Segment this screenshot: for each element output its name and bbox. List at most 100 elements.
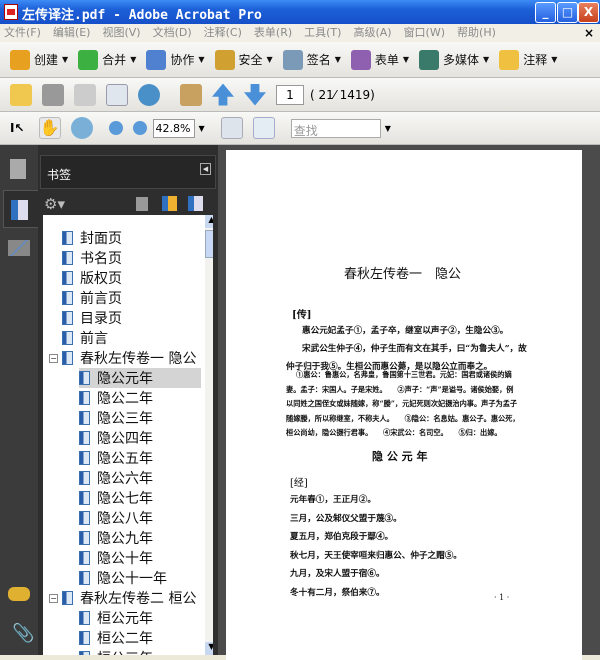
bookmark-item[interactable]: 书名页 xyxy=(62,248,122,268)
bookmark-label: 隐公二年 xyxy=(97,391,153,407)
bookmark-item[interactable]: 隐公二年 xyxy=(79,388,153,408)
bookmark-item[interactable]: 隐公五年 xyxy=(79,448,153,468)
signatures-icon[interactable] xyxy=(8,240,30,256)
email-icon[interactable] xyxy=(106,83,128,106)
combine-button[interactable]: 合并 ▼ xyxy=(78,49,136,70)
text-line: 冬十有二月，祭伯来⑦。 xyxy=(290,587,385,598)
title-bar: 左传译注.pdf - Adobe Acrobat Pro xyxy=(0,0,600,24)
bookmark-label: 封面页 xyxy=(80,231,122,247)
bookmark-item[interactable]: 隐公六年 xyxy=(79,468,153,488)
bookmark-item[interactable]: 前言 xyxy=(62,328,108,348)
bookmarks-tab[interactable] xyxy=(3,190,38,228)
bookmark-item[interactable]: 目录页 xyxy=(62,308,122,328)
menu-forms[interactable]: 表单(R) xyxy=(254,24,292,42)
menu-window[interactable]: 窗口(W) xyxy=(404,24,445,42)
next-page-icon[interactable] xyxy=(244,83,266,106)
bookmark-item[interactable]: 封面页 xyxy=(62,228,122,248)
upload-web-icon[interactable] xyxy=(138,83,160,106)
bookmark-label: 前言页 xyxy=(80,291,122,307)
collapse-toggle-icon[interactable]: − xyxy=(49,593,58,603)
bookmark-item[interactable]: 隐公四年 xyxy=(79,428,153,448)
comment-button[interactable]: 注释 ▼ xyxy=(499,49,557,70)
menu-edit[interactable]: 编辑(E) xyxy=(53,24,91,42)
menu-file[interactable]: 文件(F) xyxy=(4,24,41,42)
jing-heading: [经] xyxy=(290,478,308,489)
bookmark-label: 隐公十一年 xyxy=(97,571,167,587)
zoom-out-icon[interactable] xyxy=(108,121,123,135)
maximize-button[interactable]: □ xyxy=(557,2,578,23)
color-tool-icon[interactable] xyxy=(180,83,202,106)
text-line: 九月，及宋人盟于宿⑥。 xyxy=(290,569,385,579)
menu-tools[interactable]: 工具(T) xyxy=(304,24,341,42)
bookmark-icon xyxy=(62,591,73,605)
zoom-tool-icon[interactable] xyxy=(70,117,93,139)
bookmark-from-structure-icon[interactable] xyxy=(188,196,203,211)
scroll-up-button[interactable]: ▲ xyxy=(205,215,213,228)
comment-icon xyxy=(499,49,520,70)
bookmark-icon xyxy=(11,200,28,220)
previous-page-icon[interactable] xyxy=(212,83,234,106)
new-bookmark-icon[interactable] xyxy=(162,196,177,211)
attachment-icon[interactable]: 📎 xyxy=(12,623,34,644)
pdf-page: 春秋左传卷一 隐公 [传] 惠公元妃孟子①，孟子卒，继室以声子②，生隐公③。 宋武… xyxy=(226,150,582,660)
save-icon[interactable] xyxy=(74,83,96,106)
bookmark-item[interactable]: 隐公元年 xyxy=(79,368,201,388)
comments-icon[interactable] xyxy=(8,587,30,601)
bookmark-item[interactable]: 隐公三年 xyxy=(79,408,153,428)
multimedia-button[interactable]: 多媒体 ▼ xyxy=(419,49,489,70)
close-document-button[interactable]: × xyxy=(584,26,594,40)
options-gear-icon[interactable]: ⚙▾ xyxy=(44,195,65,213)
fit-page-icon[interactable] xyxy=(252,117,275,139)
bookmark-scrollbar[interactable]: ▲ ▼ xyxy=(205,215,213,655)
bookmark-item[interactable]: 隐公十年 xyxy=(79,548,153,568)
pages-icon[interactable] xyxy=(10,159,26,179)
hand-tool-icon[interactable]: ✋ xyxy=(38,117,61,139)
pen-button[interactable]: 签名 ▼ xyxy=(282,49,341,70)
open-icon[interactable] xyxy=(10,83,32,106)
zoom-level-input[interactable]: 42.8% xyxy=(152,118,195,138)
bookmark-item[interactable]: 桓公元年 xyxy=(79,608,153,628)
bookmark-label: 隐公六年 xyxy=(97,471,153,487)
create-button[interactable]: 创建 ▼ xyxy=(10,49,68,70)
note-line: 桓公尚幼，隐公摄行君事。 ④宋武公：名司空。 ⑤归：出嫁。 xyxy=(286,428,502,437)
collapse-panel-button[interactable]: ◀ xyxy=(200,163,211,175)
bookmark-item[interactable]: 桓公二年 xyxy=(79,628,153,648)
bookmark-item[interactable]: − 春秋左传卷一 隐公 xyxy=(49,348,196,368)
bookmark-item[interactable]: 隐公十一年 xyxy=(79,568,167,588)
menu-view[interactable]: 视图(V) xyxy=(102,24,140,42)
bookmark-item[interactable]: 桓公三年 xyxy=(79,648,153,655)
bookmark-item[interactable]: 隐公九年 xyxy=(79,528,153,548)
collaborate-button[interactable]: 协作 ▼ xyxy=(146,49,205,70)
text-line: 宋武公生仲子④，仲子生而有文在其手，曰“为鲁夫人”，故 xyxy=(302,344,527,354)
close-button[interactable]: X xyxy=(578,2,599,23)
delete-bookmark-icon[interactable] xyxy=(136,197,148,211)
find-dropdown-icon[interactable]: ▼ xyxy=(385,124,391,133)
menu-comments[interactable]: 注释(C) xyxy=(204,24,242,42)
bookmark-item[interactable]: 前言页 xyxy=(62,288,122,308)
bookmark-icon xyxy=(79,611,90,625)
bookmark-item[interactable]: 隐公七年 xyxy=(79,488,153,508)
bookmark-item[interactable]: 版权页 xyxy=(62,268,122,288)
minimize-button[interactable]: _ xyxy=(535,2,556,23)
form-button[interactable]: 表单 ▼ xyxy=(350,49,409,70)
note-line: 以同姓之国侄女或妹随嫁，称“媵”，元妃死则次妃摄治内事。声子为孟子 xyxy=(286,399,518,408)
menu-document[interactable]: 文档(D) xyxy=(153,24,192,42)
lock-button[interactable]: 安全 ▼ xyxy=(214,49,273,70)
bookmark-item[interactable]: − 春秋左传卷二 桓公 xyxy=(49,588,196,608)
select-tool-icon[interactable]: I↖ xyxy=(10,121,25,135)
zoom-dropdown-icon[interactable]: ▼ xyxy=(199,124,205,133)
fit-width-icon[interactable] xyxy=(220,117,243,139)
bookmarks-panel: 书签 ◀ ⚙▾ 封面页 书名页 版权页 前言页 目录页 前言 − 春秋左传卷一 隐公 隐公元年隐… xyxy=(38,145,218,655)
scroll-thumb[interactable] xyxy=(205,230,213,258)
find-input[interactable]: 查找 xyxy=(290,118,381,138)
collapse-toggle-icon[interactable]: − xyxy=(49,353,58,363)
scroll-down-button[interactable]: ▼ xyxy=(205,642,213,655)
page-number-input[interactable]: 1 xyxy=(276,84,304,105)
print-icon[interactable] xyxy=(42,83,64,106)
bookmark-icon xyxy=(79,551,90,565)
zoom-in-icon[interactable] xyxy=(132,121,147,135)
menu-advanced[interactable]: 高级(A) xyxy=(353,24,391,42)
bookmark-label: 春秋左传卷一 隐公 xyxy=(80,351,197,367)
bookmark-item[interactable]: 隐公八年 xyxy=(79,508,153,528)
menu-help[interactable]: 帮助(H) xyxy=(457,24,496,42)
